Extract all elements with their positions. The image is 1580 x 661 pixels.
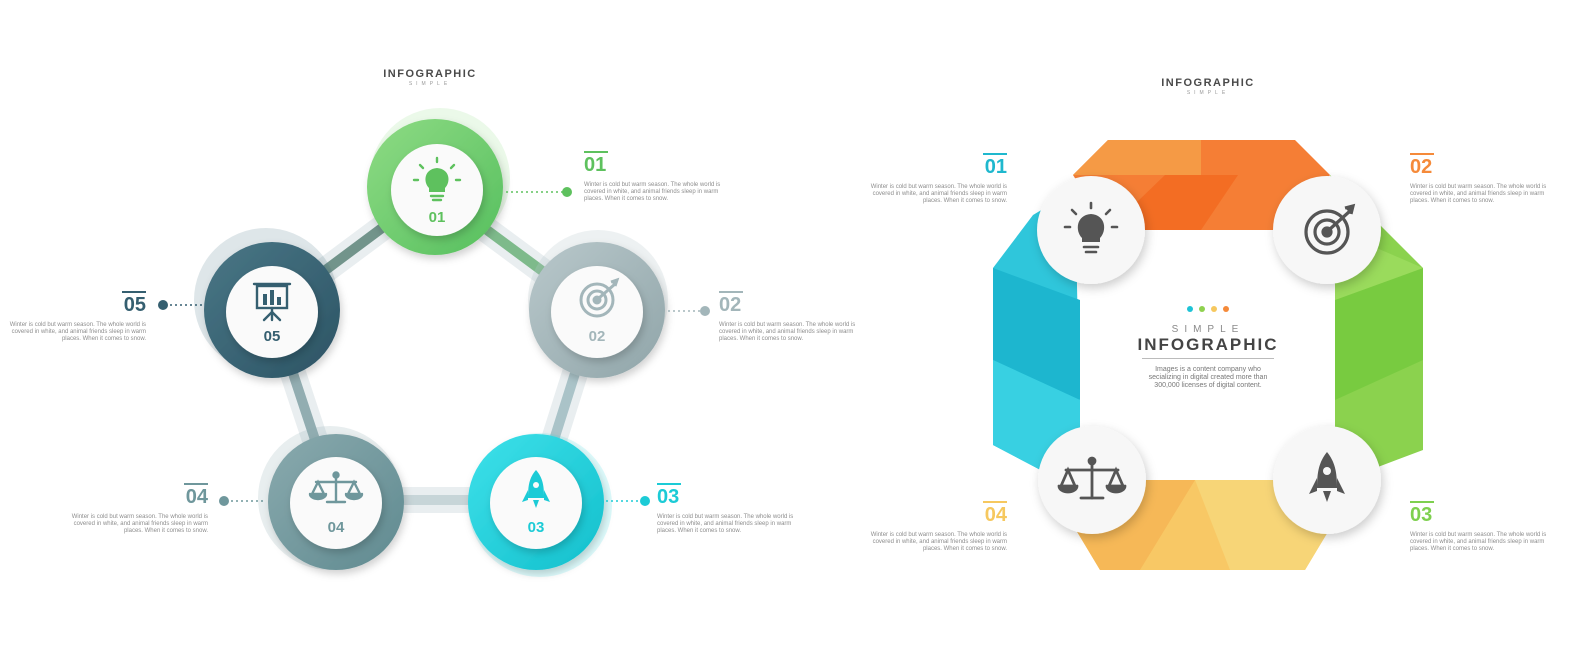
left-title-main: INFOGRAPHIC [383,68,477,80]
label-number: 05 [121,291,147,316]
color-dots [1108,306,1308,312]
dot-green [1199,306,1205,312]
left-title: INFOGRAPHIC SIMPLE [330,68,530,87]
center-title: INFOGRAPHIC [1137,335,1279,354]
label-description: Winter is cold but warm season. The whol… [71,514,208,534]
node-04-number: 04 [328,519,345,536]
leader-dot-04 [219,496,229,506]
left-title-sub: SIMPLE [408,81,452,87]
right-label-03: 03 Winter is cold but warm season. The w… [1410,501,1550,553]
label-description: Winter is cold but warm season. The whol… [9,322,146,342]
right-title-sub: SIMPLE [1186,90,1230,96]
pentagon-infographic: 01 02 03 04 05 INFOGRAPHIC SIMPLE 01 Win… [0,0,855,661]
octagon-infographic: INFOGRAPHIC SIMPLE SIMPLE INFOGRAPHIC Im… [790,0,1580,661]
right-label-01: 01 Winter is cold but warm season. The w… [867,153,1008,205]
label-number: 04 [982,501,1008,526]
node-02-number: 02 [589,328,606,345]
leader-dot-02 [700,306,710,316]
right-title: INFOGRAPHIC SIMPLE [1108,77,1308,96]
right-title-main: INFOGRAPHIC [1161,77,1255,89]
label-description: Winter is cold but warm season. The whol… [1410,184,1547,204]
label-number: 03 [657,483,682,508]
node-05-number: 05 [264,328,281,345]
left-label-04: 04 Winter is cold but warm season. The w… [68,483,209,535]
label-description: Winter is cold but warm season. The whol… [870,184,1007,204]
label-number: 03 [1410,501,1435,526]
center-text-block: SIMPLE INFOGRAPHIC Images is a content c… [1108,306,1308,390]
right-label-04: 04 Winter is cold but warm season. The w… [867,501,1008,553]
label-number: 01 [982,153,1008,178]
label-number: 02 [719,291,744,316]
label-number: 02 [1410,153,1435,178]
label-description: Winter is cold but warm season. The whol… [657,514,794,534]
node-01-number: 01 [429,209,446,226]
dot-orange [1223,306,1229,312]
label-description: Winter is cold but warm season. The whol… [584,182,721,202]
center-description: Images is a content company who secializ… [1148,366,1268,389]
center-subtitle: SIMPLE [1171,324,1245,335]
center-divider [1142,358,1274,359]
label-number: 01 [584,151,609,176]
dot-cyan [1187,306,1193,312]
label-number: 04 [183,483,209,508]
dot-yellow [1211,306,1217,312]
leader-dot-01 [562,187,572,197]
leader-dot-03 [640,496,650,506]
label-description: Winter is cold but warm season. The whol… [870,532,1007,552]
left-label-01: 01 Winter is cold but warm season. The w… [584,151,724,203]
label-description: Winter is cold but warm season. The whol… [1410,532,1547,552]
node-03-number: 03 [528,519,545,536]
leader-dot-05 [158,300,168,310]
left-label-05: 05 Winter is cold but warm season. The w… [6,291,147,343]
right-label-02: 02 Winter is cold but warm season. The w… [1410,153,1550,205]
left-label-03: 03 Winter is cold but warm season. The w… [657,483,797,535]
